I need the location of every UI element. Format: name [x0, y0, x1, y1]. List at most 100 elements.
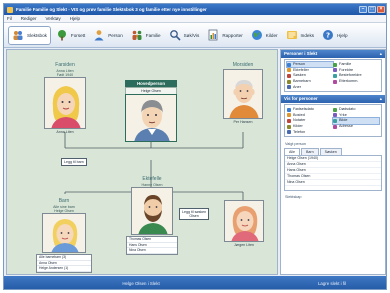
category-color-icon [287, 62, 291, 67]
help-icon: ? [322, 29, 334, 41]
display-option[interactable]: Bilde [332, 117, 380, 125]
toolbar-button-forsett[interactable]: Forsett [53, 26, 88, 45]
display-option[interactable]: Adresse [333, 124, 379, 129]
relation-option[interactable]: Besteforeldre [333, 73, 379, 78]
person-card-focus[interactable]: Hovedperson Helge Olsen [125, 80, 177, 142]
menu-tools[interactable]: Verktøy [46, 16, 61, 21]
toolbar-label: Person [108, 32, 123, 38]
close-button[interactable]: × [377, 6, 385, 13]
sibling-list[interactable]: Thomas Olsen Hans Olsen Nina Olsen [126, 236, 178, 255]
minimize-button[interactable]: – [359, 6, 367, 13]
toolbar-button-person[interactable]: Person [90, 26, 126, 45]
relation-option[interactable]: Foreldre [333, 68, 379, 73]
family-tree-canvas[interactable]: Farsiden Anna Liten Født 1940 Anna Liten… [6, 49, 278, 275]
toolbar-label: Hjelp [337, 32, 348, 38]
person-name: Anna Liten [56, 130, 74, 134]
category-color-icon [287, 68, 291, 73]
collapse-icon[interactable]: ▴ [380, 50, 382, 58]
category-color-icon [333, 124, 337, 129]
person-name: Per Hansen [233, 120, 253, 124]
window-title: Familie Familie og Slekt - VIS og prøv f… [16, 7, 207, 12]
title-bar: Familie Familie og Slekt - VIS og prøv f… [4, 4, 386, 15]
person-card-mother-side[interactable]: Morsiden Per Hansen [215, 62, 271, 124]
person-list[interactable]: Helge Olsen (1940) Anna Olsen Hans Olsen… [284, 155, 382, 192]
app-icon [7, 6, 13, 13]
person-name: Jørgen Liten [234, 243, 254, 247]
menu-file[interactable]: Fil [7, 16, 12, 21]
toolbar-button-sok[interactable]: Søk/Vis [166, 26, 203, 45]
option-label: Fødselsdato [293, 107, 314, 112]
person-card-father-side[interactable]: Farsiden Anna Liten Født 1940 Anna Liten [37, 62, 93, 134]
display-option[interactable]: Fødselsdato [287, 107, 333, 112]
magnifier-icon [169, 29, 181, 41]
category-color-icon [287, 130, 291, 135]
option-label: Bilde [339, 118, 348, 123]
person-role: Barn [58, 198, 70, 204]
child-list[interactable]: Alle barnebarn (3) Anna Olsen Helge Ande… [36, 254, 92, 273]
list-item[interactable]: Nina Olsen [127, 248, 177, 254]
person-details: Alle sine barn Helge Olsen [53, 205, 75, 213]
portrait-blonde-woman [44, 77, 86, 129]
menu-help[interactable]: Hjelp [70, 16, 80, 21]
toolbar-button-rapporter[interactable]: Rapporter [204, 26, 245, 45]
toolbar-button-indeks[interactable]: Indeks [283, 26, 318, 45]
display-option[interactable]: Dødsdato [333, 107, 379, 112]
relation-option[interactable]: Aner [287, 85, 333, 90]
globe-icon [251, 29, 263, 41]
list-item[interactable]: Nina Olsen [285, 180, 381, 187]
tab-children[interactable]: Barn [301, 148, 319, 156]
category-color-icon [287, 79, 291, 84]
toolbar-label: Indeks [300, 32, 315, 38]
add-child-link[interactable]: Legg til barn [61, 158, 87, 166]
portrait-man-grey [125, 94, 177, 142]
panel-section-header: Vis for personer ▴ [281, 95, 385, 104]
tab-all[interactable]: Alle [284, 148, 300, 156]
relation-option[interactable]: Barnebarn [287, 79, 333, 84]
collapse-icon[interactable]: ▴ [380, 95, 382, 103]
toolbar-button-slektsbok[interactable]: Slektsbok [8, 25, 51, 45]
person-card-cousin[interactable]: Jørgen Liten [219, 200, 269, 247]
option-label: Familie [339, 62, 352, 66]
option-label: Adresse [339, 124, 353, 129]
add-sibling-link[interactable]: Legg til søsken Olsen [179, 208, 210, 220]
tab-siblings[interactable]: Søsken [319, 148, 342, 156]
display-option[interactable]: Notater [287, 118, 333, 124]
person-details: Anna Liten Født 1940 [56, 69, 74, 77]
display-option[interactable]: Yrke [333, 113, 379, 118]
person-card-spouse[interactable]: Ektefelle Hanne Olsen Thomas Olsen Hans … [125, 176, 179, 255]
portrait-old-man [223, 69, 263, 119]
option-label: Foreldre [339, 67, 354, 72]
display-option[interactable]: Telefon [287, 130, 333, 135]
person-role: Ektefelle [142, 176, 162, 182]
toolbar-button-familie[interactable]: Familie [128, 26, 164, 45]
relation-option[interactable]: Person [286, 60, 334, 69]
category-color-icon [287, 124, 291, 129]
toolbar-button-kilder[interactable]: Kilder [248, 26, 281, 45]
toolbar-label: Kilder [265, 32, 278, 38]
option-label: Person [293, 62, 306, 66]
display-option[interactable]: Bosted [287, 113, 333, 118]
relation-option[interactable]: Familie [333, 62, 379, 67]
person-role: Morsiden [232, 62, 254, 68]
option-label: Ektefeller [293, 67, 309, 72]
category-color-icon [333, 62, 337, 67]
toolbar-label: Søk/Vis [183, 32, 200, 38]
display-options: Fødselsdato Dødsdato Bosted Yrke Notater Bild… [284, 104, 382, 138]
focus-person-header: Hovedperson [125, 80, 177, 87]
people-icon [12, 29, 24, 41]
tree-icon [56, 29, 68, 41]
display-option[interactable]: Kilder [287, 124, 333, 129]
maximize-button[interactable]: □ [368, 6, 376, 13]
person-card-child[interactable]: Barn Alle sine barn Helge Olsen Alle bar… [31, 198, 97, 273]
category-color-icon [287, 113, 291, 118]
option-label: Telefon [293, 129, 306, 134]
relationship-label: Slektskap [285, 195, 302, 200]
relation-option[interactable]: Ektefeller [287, 68, 333, 73]
list-item[interactable]: Helge Andersen (1) [37, 266, 91, 272]
relation-option[interactable]: Søsken [287, 73, 333, 78]
relation-option[interactable]: Etterkomm. [333, 79, 379, 84]
category-color-icon [333, 74, 337, 78]
menu-edit[interactable]: Rediger [21, 16, 37, 21]
portrait-red-haired-woman [224, 200, 264, 242]
toolbar-button-hjelp[interactable]: ? Hjelp [319, 26, 350, 45]
